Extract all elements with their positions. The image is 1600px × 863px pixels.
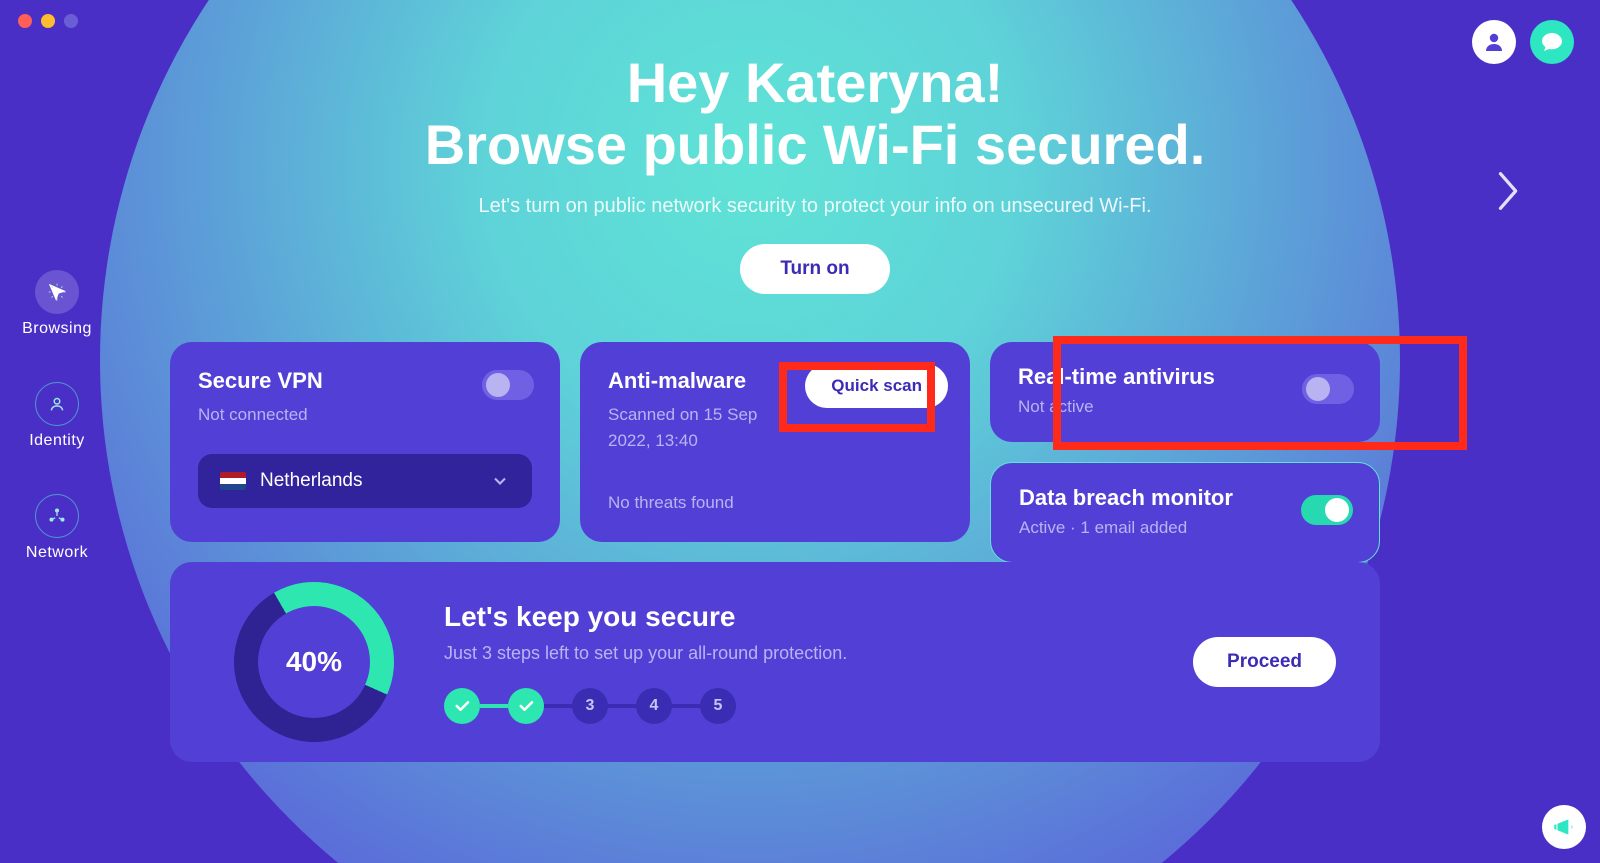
anti-malware-card[interactable]: Anti-malware Quick scan Scanned on 15 Se…	[580, 342, 970, 542]
malware-scanned: Scanned on 15 Sep 2022, 13:40	[608, 402, 942, 453]
breach-status: Active · 1 email added	[1019, 515, 1351, 541]
check-icon	[517, 697, 535, 715]
nav-browsing[interactable]: Browsing	[22, 270, 92, 338]
nav-identity-label: Identity	[29, 432, 85, 450]
hero-title: Hey Kateryna! Browse public Wi-Fi secure…	[170, 52, 1460, 175]
hero-section: Hey Kateryna! Browse public Wi-Fi secure…	[170, 52, 1460, 294]
vpn-country-label: Netherlands	[260, 470, 476, 492]
secure-title: Let's keep you secure	[444, 601, 1143, 633]
chevron-down-icon	[490, 471, 510, 491]
hero-subtitle: Let's turn on public network security to…	[170, 195, 1460, 218]
step-4: 4	[636, 688, 672, 724]
proceed-button[interactable]: Proceed	[1193, 637, 1336, 687]
antivirus-toggle[interactable]	[1302, 374, 1354, 404]
side-navigation: Browsing Identity Network	[18, 270, 96, 562]
secure-subtitle: Just 3 steps left to set up your all-rou…	[444, 643, 1143, 664]
close-window-button[interactable]	[18, 14, 32, 28]
turn-on-button[interactable]: Turn on	[740, 244, 889, 294]
nav-identity[interactable]: Identity	[29, 382, 85, 450]
progress-donut: 40%	[234, 582, 394, 742]
vpn-country-dropdown[interactable]: Netherlands	[198, 454, 532, 508]
chat-icon	[1540, 30, 1564, 54]
person-icon	[1482, 30, 1506, 54]
antivirus-status: Not active	[1018, 394, 1352, 420]
setup-progress-card: 40% Let's keep you secure Just 3 steps l…	[170, 562, 1380, 762]
progress-percent: 40%	[234, 582, 394, 742]
window-controls	[18, 14, 78, 28]
step-1	[444, 688, 480, 724]
chat-button[interactable]	[1530, 20, 1574, 64]
next-tip-button[interactable]	[1494, 168, 1520, 219]
announcements-button[interactable]	[1542, 805, 1586, 849]
account-button[interactable]	[1472, 20, 1516, 64]
antivirus-card[interactable]: Real-time antivirus Not active	[990, 342, 1380, 442]
setup-steps: 3 4 5	[444, 688, 1143, 724]
quick-scan-button[interactable]: Quick scan	[805, 364, 948, 408]
malware-result: No threats found	[608, 493, 942, 513]
maximize-window-button[interactable]	[64, 14, 78, 28]
nav-network[interactable]: Network	[26, 494, 88, 562]
netherlands-flag-icon	[220, 472, 246, 490]
nav-browsing-label: Browsing	[22, 320, 92, 338]
cursor-icon	[46, 281, 68, 303]
vpn-status: Not connected	[198, 402, 532, 428]
check-icon	[453, 697, 471, 715]
breach-toggle[interactable]	[1301, 495, 1353, 525]
chevron-right-icon	[1494, 168, 1520, 214]
minimize-window-button[interactable]	[41, 14, 55, 28]
secure-vpn-card[interactable]: Secure VPN Not connected Netherlands	[170, 342, 560, 542]
data-breach-card[interactable]: Data breach monitor Active · 1 email add…	[990, 462, 1380, 564]
nav-network-label: Network	[26, 544, 88, 562]
step-2	[508, 688, 544, 724]
step-3: 3	[572, 688, 608, 724]
vpn-toggle[interactable]	[482, 370, 534, 400]
megaphone-icon	[1551, 814, 1577, 840]
step-5: 5	[700, 688, 736, 724]
